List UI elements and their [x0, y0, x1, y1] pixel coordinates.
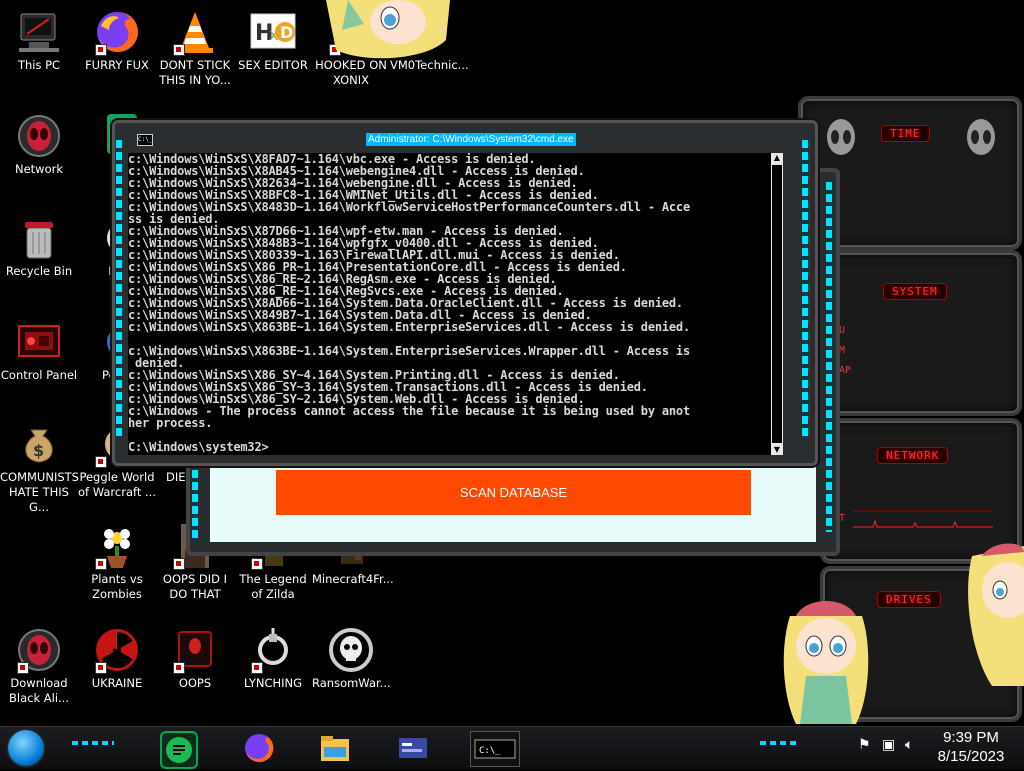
taskbar-file-explorer[interactable]: [318, 731, 352, 765]
window-app-icon: [399, 738, 427, 758]
cmd-scrollbar[interactable]: ▲ ▼: [771, 153, 783, 455]
alien-icon: [15, 626, 63, 674]
desktop-icon-ransomwar[interactable]: RansomWar...: [312, 626, 391, 691]
console-line: c:\Windows\WinSxS\X863BE~1.164\System.En…: [128, 320, 690, 334]
desktop-icon-furry-fux[interactable]: FURRY FUX: [78, 8, 156, 73]
desktop-icon-oops[interactable]: OOPS: [156, 626, 234, 691]
network-widget-title: NETWORK: [877, 447, 949, 464]
desktop-icon-ukraine[interactable]: UKRAINE: [78, 626, 156, 691]
desktop-icon-lynching[interactable]: LYNCHING: [234, 626, 312, 691]
shortcut-arrow-icon: [251, 558, 263, 570]
cmd-console-output[interactable]: c:\Windows\WinSxS\X8FAD7~1.164\vbc.exe -…: [128, 153, 771, 455]
skull-icon: [327, 626, 375, 674]
desktop-icon-plants-vs-zombies[interactable]: Plants vs Zombies: [78, 522, 156, 602]
start-button[interactable]: [8, 730, 44, 766]
money-bag-icon: $: [15, 420, 63, 468]
this-pc-icon: [15, 8, 63, 56]
alien-head-icon: [967, 119, 995, 155]
control-panel-icon: [15, 318, 63, 366]
shortcut-arrow-icon: [95, 662, 107, 674]
radiation-icon: [93, 626, 141, 674]
time-widget-title: TIME: [881, 125, 930, 142]
desktop-icon-communists[interactable]: $ COMMUNISTS HATE THIS G...: [0, 420, 79, 515]
alien-network-icon: [15, 112, 63, 160]
shortcut-arrow-icon: [173, 44, 185, 56]
network-graph: [853, 510, 993, 528]
cmd-window-title: Administrator: C:\Windows\System32\cmd.e…: [366, 133, 576, 146]
scroll-thumb[interactable]: [772, 165, 782, 443]
taskbar-accent-right: [760, 741, 800, 745]
taskbar: C:\_ ⚑ ▣ 🔈︎ 9:39 PM 8/15/2023: [0, 726, 1024, 769]
flower-pot-icon: [93, 522, 141, 570]
system-widget: SYSTEM PU AM WAP: [820, 250, 1022, 416]
volume-icon[interactable]: 🔈︎: [905, 737, 913, 753]
cmd-icon: C:\_: [137, 134, 153, 146]
desktop-icon-sex-editor[interactable]: HxD SEX EDITOR: [234, 8, 312, 73]
cmd-left-accent: [116, 140, 122, 440]
vlc-cone-icon: [171, 8, 219, 56]
cmd-prompt-icon: C:\_: [474, 739, 516, 759]
red-monitor-icon: [171, 626, 219, 674]
svg-text:$: $: [33, 441, 44, 460]
cartoon-character-top: [326, 0, 450, 59]
taskbar-app-window[interactable]: [396, 731, 430, 765]
firefox-icon: [245, 733, 274, 762]
alien-head-icon: [827, 119, 855, 155]
flag-icon[interactable]: ⚑: [858, 737, 871, 753]
svg-text:C:\_: C:\_: [479, 746, 501, 756]
desktop-icon-recycle-bin[interactable]: Recycle Bin: [0, 214, 78, 279]
dialog-left-accent: [192, 470, 198, 540]
dialog-right-accent: [826, 182, 832, 532]
taskbar-clock[interactable]: 9:39 PM 8/15/2023: [925, 728, 1017, 766]
folder-icon: [321, 736, 349, 761]
drives-widget-title: DRIVES: [877, 591, 941, 608]
desktop-icon-this-pc[interactable]: This PC: [0, 8, 78, 73]
taskbar-cmd[interactable]: C:\_: [470, 731, 520, 767]
network-tray-icon[interactable]: ▣: [882, 737, 895, 753]
desktop-icon-dont-stick[interactable]: DONT STICK THIS IN YO...: [156, 8, 234, 88]
shortcut-arrow-icon: [173, 558, 185, 570]
shortcut-arrow-icon: [173, 662, 185, 674]
console-line: c:\Windows\WinSxS\X8483D~1.164\WorkflowS…: [128, 200, 690, 214]
desktop-icon-download-black-ali[interactable]: Download Black Ali...: [0, 626, 78, 706]
cmd-titlebar[interactable]: C:\_ Administrator: C:\Windows\System32\…: [133, 131, 797, 149]
desktop-icon-control-panel[interactable]: Control Panel: [0, 318, 78, 383]
desktop-icon-network[interactable]: Network: [0, 112, 78, 177]
clock-time: 9:39 PM: [943, 729, 999, 746]
scroll-down-icon[interactable]: ▼: [771, 445, 783, 455]
shortcut-arrow-icon: [95, 558, 107, 570]
desktop: This PC FURRY FUX DONT STICK THIS IN YO.…: [0, 0, 1024, 726]
console-line: C:\Windows\system32>: [128, 440, 269, 454]
cartoon-character-bottom: [783, 601, 869, 724]
shortcut-arrow-icon: [95, 456, 107, 468]
svg-text:D: D: [280, 23, 293, 42]
scroll-up-icon[interactable]: ▲: [771, 153, 783, 163]
notes-icon: [166, 737, 192, 763]
taskbar-notes-app[interactable]: [160, 731, 198, 769]
cartoon-character-right: [968, 543, 1024, 686]
console-line: her process.: [128, 416, 213, 430]
shortcut-arrow-icon: [251, 662, 263, 674]
scan-database-button[interactable]: SCAN DATABASE: [276, 470, 751, 515]
taskbar-firefox[interactable]: [242, 731, 276, 765]
hxd-icon: HxD: [249, 8, 297, 56]
clock-date: 8/15/2023: [937, 748, 1005, 765]
firefox-icon: [93, 8, 141, 56]
cmd-right-accent: [802, 140, 808, 440]
system-widget-title: SYSTEM: [883, 283, 947, 300]
rope-icon: [249, 626, 297, 674]
shortcut-arrow-icon: [17, 662, 29, 674]
recycle-bin-icon: [15, 214, 63, 262]
shortcut-arrow-icon: [95, 44, 107, 56]
console-line: c:\Windows - The process cannot access t…: [128, 404, 690, 418]
console-line: c:\Windows\WinSxS\X863BE~1.164\System.En…: [128, 344, 690, 358]
taskbar-accent-left: [72, 741, 114, 745]
